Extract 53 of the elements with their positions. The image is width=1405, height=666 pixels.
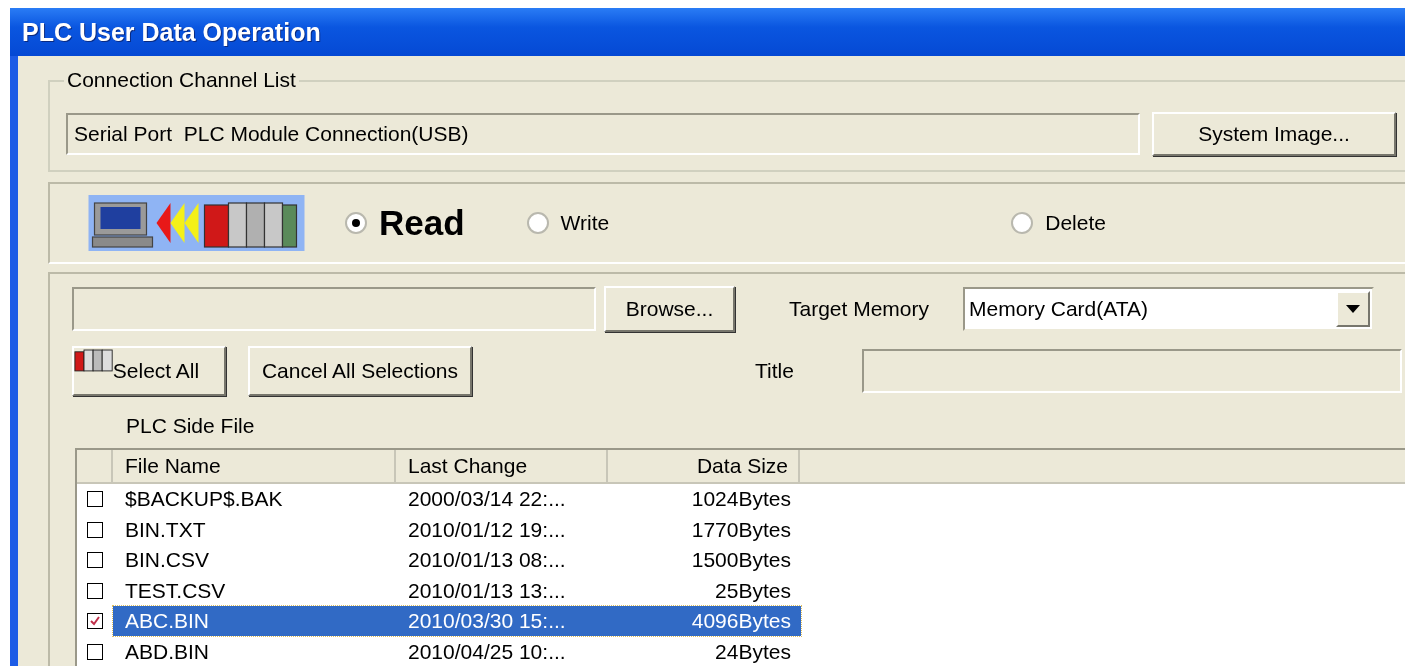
table-cell-text: ABC.BIN	[124, 609, 211, 634]
title-field[interactable]	[861, 349, 1402, 393]
window-title: PLC User Data Operation	[22, 17, 321, 47]
file-row[interactable]: ABC.BIN 2010/03/30 15:... 4096Bytes	[113, 606, 801, 637]
operation-radio[interactable]: Write	[526, 211, 610, 235]
select-all-button[interactable]: Select All	[72, 346, 226, 396]
checkbox[interactable]	[87, 552, 103, 569]
plc-module-icon	[74, 348, 114, 372]
radio-icon	[345, 212, 367, 234]
dropdown-arrow-icon	[1346, 305, 1361, 313]
file-path-field[interactable]	[72, 287, 596, 331]
browse-button[interactable]: Browse...	[604, 286, 735, 332]
operation-radio[interactable]: Delete	[1011, 211, 1106, 235]
file-row[interactable]: BIN.TXT 2010/01/12 19:... 1770Bytes	[113, 514, 801, 545]
checkbox[interactable]	[87, 582, 103, 599]
checkbox[interactable]	[87, 613, 103, 630]
column-header[interactable]: File Name	[113, 450, 396, 484]
table-cell-text: BIN.CSV	[124, 548, 211, 573]
table-cell-text: 1770Bytes	[690, 517, 792, 542]
table-cell-text: 2010/03/30 15:...	[407, 609, 567, 634]
table-cell-text: 2010/04/25 10:...	[407, 639, 567, 664]
table-cell-text: $BACKUP$.BAK	[124, 487, 284, 512]
table-cell-text: 1500Bytes	[690, 548, 792, 573]
column-header[interactable]: Data Size	[608, 450, 800, 484]
table-cell-text: 2000/03/14 22:...	[407, 487, 567, 512]
table-cell-text: BIN.TXT	[124, 517, 207, 542]
file-row[interactable]: TEST.CSV 2010/01/13 13:... 25Bytes	[113, 575, 801, 606]
radio-icon	[526, 212, 549, 234]
target-memory-label: Target Memory	[789, 297, 930, 321]
table-cell-text: 1024Bytes	[690, 487, 792, 512]
table-cell-text: ABD.BIN	[124, 639, 211, 664]
list-caption: PLC Side File	[126, 414, 256, 438]
channel-field[interactable]: Serial Port PLC Module Connection(USB)	[66, 113, 1140, 155]
file-row[interactable]: $BACKUP$.BAK 2000/03/14 22:... 1024Bytes	[113, 484, 801, 515]
title-label: Title	[755, 359, 794, 383]
table-cell-text: 2010/01/12 19:...	[407, 517, 567, 542]
column-header[interactable]: Last Change	[396, 450, 608, 484]
table-cell-text: TEST.CSV	[124, 578, 227, 603]
checkbox[interactable]	[87, 491, 103, 508]
table-cell-text: 25Bytes	[714, 578, 792, 603]
operation-radio[interactable]: Read	[345, 203, 465, 243]
system-image-button[interactable]: System Image...	[1152, 112, 1396, 156]
checkbox[interactable]	[87, 643, 103, 660]
table-cell-text: 24Bytes	[714, 639, 792, 664]
table-cell-text: 2010/01/13 08:...	[407, 548, 567, 573]
table-cell-text: 4096Bytes	[690, 609, 792, 634]
cancel-selections-button[interactable]: Cancel All Selections	[248, 346, 472, 396]
file-row[interactable]: BIN.CSV 2010/01/13 08:... 1500Bytes	[113, 545, 801, 576]
target-memory-dropdown[interactable]: Memory Card(ATA)	[963, 287, 1375, 331]
checkbox[interactable]	[87, 521, 103, 538]
file-row[interactable]: ABD.BIN 2010/04/25 10:... 24Bytes	[113, 636, 801, 666]
radio-icon	[1011, 212, 1034, 234]
table-cell-text: 2010/01/13 13:...	[407, 578, 567, 603]
